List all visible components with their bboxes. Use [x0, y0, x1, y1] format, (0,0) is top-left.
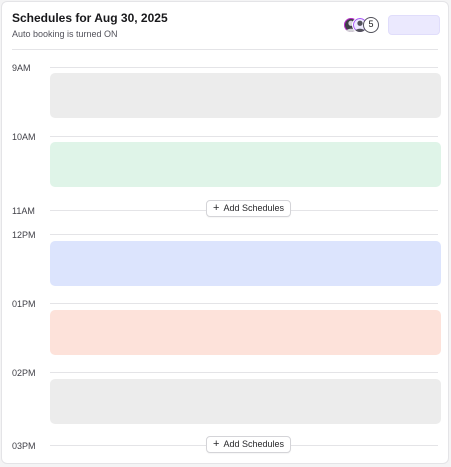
grid-line	[50, 372, 438, 373]
time-label-10am: 10AM	[12, 132, 36, 142]
schedule-block[interactable]	[50, 241, 441, 286]
header-divider	[12, 49, 438, 50]
plus-icon: +	[213, 202, 220, 214]
time-label-01pm: 01PM	[12, 299, 36, 309]
add-schedules-label: Add Schedules	[223, 439, 284, 449]
time-label-03pm: 03PM	[12, 441, 36, 451]
avatar-overflow-count[interactable]: 5	[363, 17, 379, 33]
grid-line	[50, 67, 438, 68]
avatar-group[interactable]: 5	[343, 17, 383, 33]
grid-line	[50, 303, 438, 304]
time-label-9am: 9AM	[12, 63, 31, 73]
header-action-button[interactable]	[388, 15, 440, 35]
plus-icon: +	[213, 438, 220, 450]
page-title: Schedules for Aug 30, 2025	[12, 11, 168, 25]
add-schedules-label: Add Schedules	[223, 203, 284, 213]
schedule-block[interactable]	[50, 310, 441, 355]
time-label-02pm: 02PM	[12, 368, 36, 378]
schedule-block[interactable]	[50, 379, 441, 424]
grid-line	[50, 234, 438, 235]
schedule-block[interactable]	[50, 142, 441, 187]
schedule-header: Schedules for Aug 30, 2025 Auto booking …	[12, 11, 440, 41]
add-schedules-button[interactable]: + Add Schedules	[206, 200, 291, 217]
grid-line	[50, 136, 438, 137]
time-label-12pm: 12PM	[12, 230, 36, 240]
schedule-card: Schedules for Aug 30, 2025 Auto booking …	[1, 1, 449, 464]
schedule-block[interactable]	[50, 73, 441, 118]
auto-booking-status: Auto booking is turned ON	[12, 29, 118, 39]
add-schedules-button[interactable]: + Add Schedules	[206, 436, 291, 453]
time-label-11am: 11AM	[12, 206, 35, 216]
